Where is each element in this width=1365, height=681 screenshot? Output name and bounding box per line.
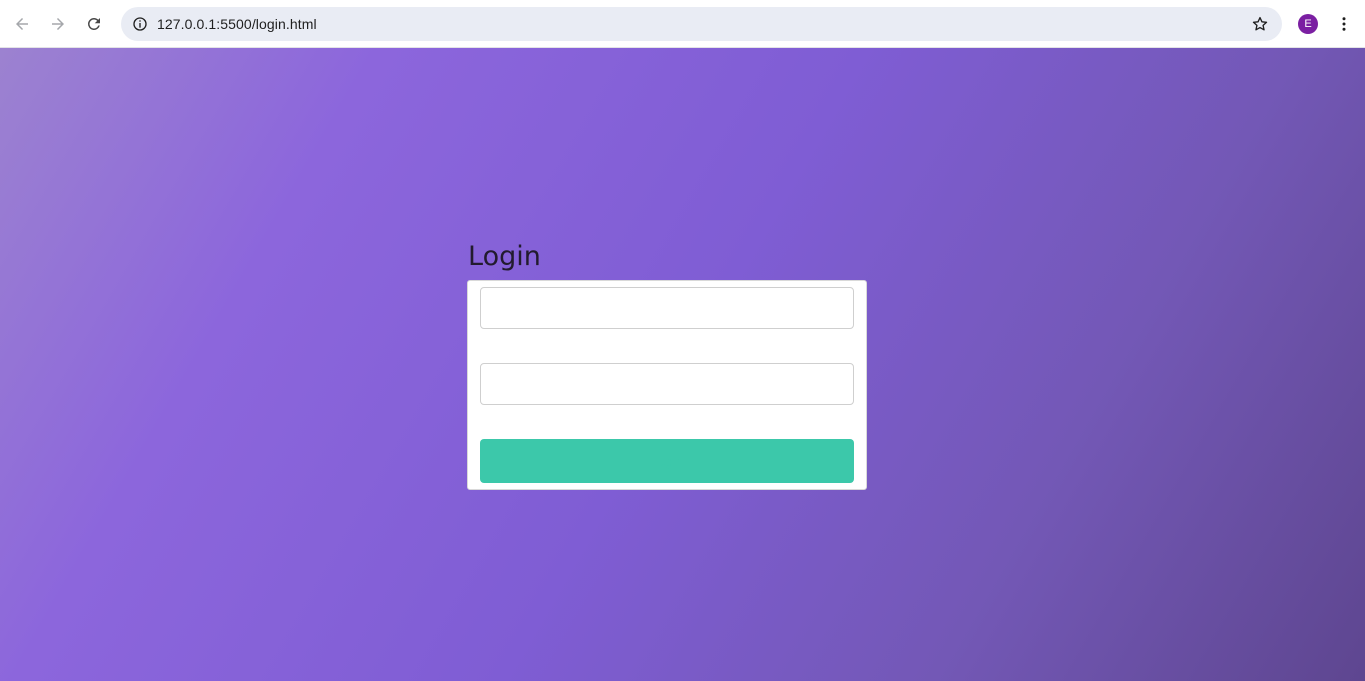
forward-button[interactable] — [42, 8, 74, 40]
back-button[interactable] — [6, 8, 38, 40]
info-icon — [133, 17, 147, 31]
back-arrow-icon — [16, 18, 28, 30]
profile-avatar[interactable]: E — [1298, 14, 1318, 34]
reload-icon — [87, 17, 100, 30]
forward-arrow-icon — [52, 18, 64, 30]
url-text[interactable]: 127.0.0.1:5500/login.html — [157, 16, 317, 32]
page-viewport: Login Login — [0, 48, 1365, 681]
address-bar[interactable]: 127.0.0.1:5500/login.html — [121, 7, 1282, 41]
bookmark-button[interactable] — [1248, 12, 1272, 36]
browser-menu-button[interactable] — [1332, 12, 1356, 36]
page-title: Login — [468, 241, 541, 272]
password-field[interactable] — [480, 363, 854, 405]
username-field[interactable] — [480, 287, 854, 329]
site-info-button[interactable] — [127, 11, 153, 37]
login-button[interactable]: Login — [480, 439, 854, 483]
star-icon — [1252, 16, 1268, 31]
kebab-menu-icon — [1342, 17, 1346, 31]
browser-toolbar: 127.0.0.1:5500/login.html E — [0, 0, 1365, 48]
login-form: Login — [467, 280, 867, 490]
reload-button[interactable] — [78, 8, 110, 40]
